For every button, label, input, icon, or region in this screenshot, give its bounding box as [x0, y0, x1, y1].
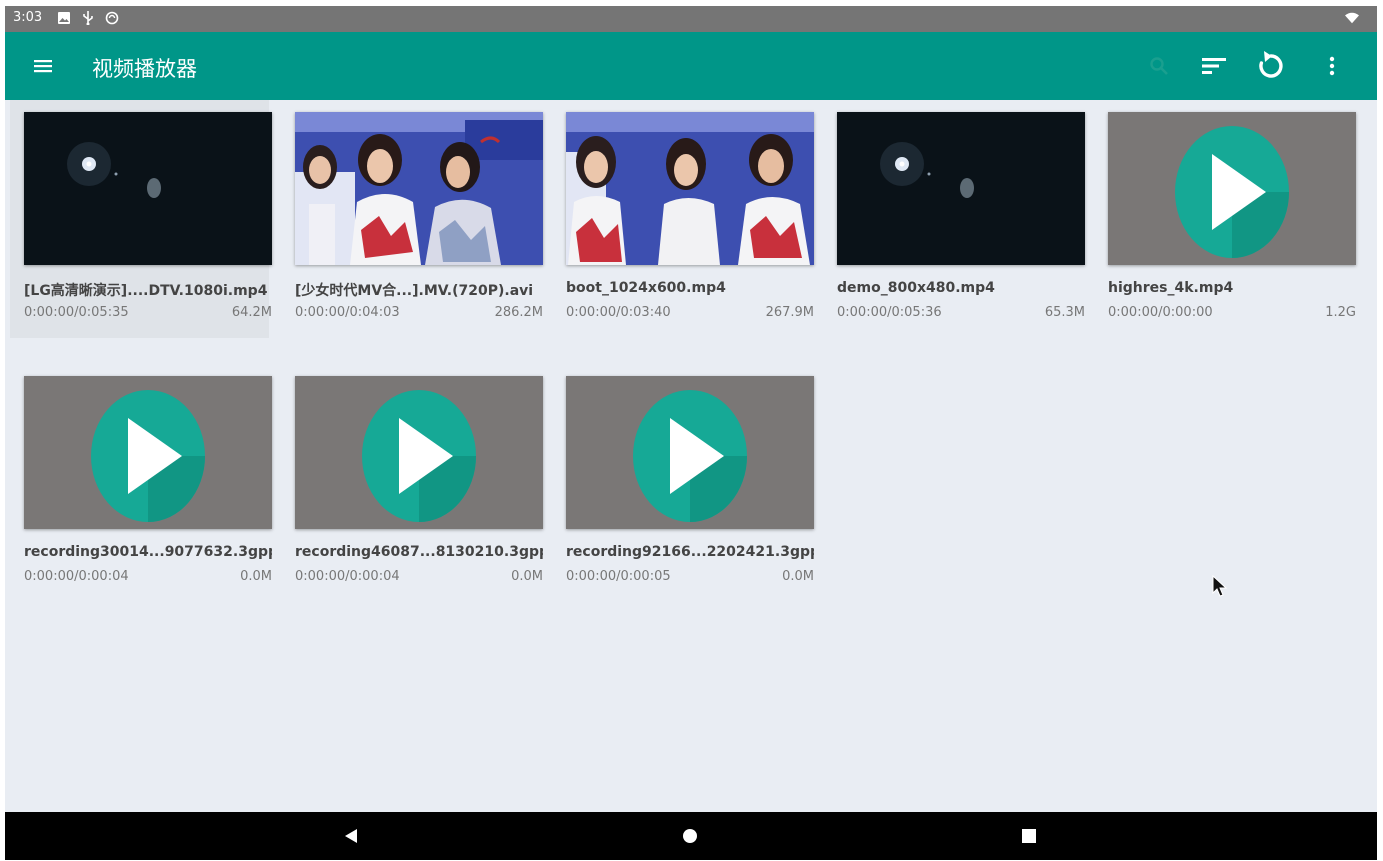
video-duration: 0:00:00/0:00:05 [566, 569, 671, 584]
play-icon [91, 390, 205, 522]
search-icon [1150, 57, 1168, 75]
video-thumbnail [295, 112, 543, 265]
video-thumbnail [566, 112, 814, 265]
wifi-icon [1345, 11, 1359, 25]
menu-button[interactable] [23, 32, 63, 100]
play-icon [362, 390, 476, 522]
sort-button[interactable] [1195, 32, 1233, 100]
refresh-button[interactable] [1251, 32, 1291, 100]
video-thumbnail [295, 376, 543, 529]
video-card[interactable]: highres_4k.mp4 0:00:00/0:00:00 1.2G [1094, 100, 1356, 338]
video-grid: [LG高清晰演示]....DTV.1080i.mp4 0:00:00/0:05:… [5, 100, 1377, 812]
more-vert-icon [1329, 56, 1335, 76]
back-icon [345, 829, 357, 843]
play-icon [1175, 126, 1289, 258]
app-bar: 视频播放器 [5, 32, 1377, 100]
video-thumbnail [24, 376, 272, 529]
image-icon [57, 11, 71, 25]
video-duration: 0:00:00/0:05:35 [24, 305, 129, 320]
menu-icon [34, 60, 52, 73]
video-duration: 0:00:00/0:04:03 [295, 305, 400, 320]
video-card[interactable]: demo_800x480.mp4 0:00:00/0:05:36 65.3M [823, 100, 1085, 338]
video-duration: 0:00:00/0:00:00 [1108, 305, 1213, 320]
video-card[interactable]: recording46087...8130210.3gpp 0:00:00/0:… [281, 364, 543, 602]
video-duration: 0:00:00/0:03:40 [566, 305, 671, 320]
video-title: demo_800x480.mp4 [837, 280, 995, 296]
video-duration: 0:00:00/0:00:04 [24, 569, 129, 584]
video-size: 64.2M [231, 305, 272, 320]
video-thumbnail [1108, 112, 1356, 265]
search-button[interactable] [1141, 32, 1177, 100]
status-bar: 3:03 [5, 6, 1377, 32]
recents-icon [1022, 829, 1036, 843]
video-duration: 0:00:00/0:05:36 [837, 305, 942, 320]
sort-icon [1202, 58, 1226, 74]
video-size: 0.0M [240, 569, 272, 584]
video-title: [少女时代MV合...].MV.(720P).avi [295, 283, 534, 299]
video-card[interactable]: boot_1024x600.mp4 0:00:00/0:03:40 267.9M [552, 100, 814, 338]
video-title: recording92166...2202421.3gpp [566, 544, 814, 560]
video-title: recording46087...8130210.3gpp [295, 544, 543, 560]
video-card[interactable]: [LG高清晰演示]....DTV.1080i.mp4 0:00:00/0:05:… [10, 100, 272, 338]
video-size: 286.2M [494, 305, 543, 320]
more-options-button[interactable] [1317, 32, 1347, 100]
device-screen: 3:03 视频播放器 [LG高清晰演示]....DTV.1080i.mp4 0:… [5, 6, 1377, 860]
play-icon [633, 390, 747, 522]
usb-icon [81, 11, 95, 25]
video-card[interactable]: [少女时代MV合...].MV.(720P).avi 0:00:00/0:04:… [281, 100, 543, 338]
video-title: boot_1024x600.mp4 [566, 280, 726, 296]
status-time: 3:03 [13, 10, 43, 25]
video-title: recording30014...9077632.3gpp [24, 544, 272, 560]
video-thumbnail [24, 112, 272, 265]
recents-button[interactable] [999, 812, 1059, 860]
video-title: highres_4k.mp4 [1108, 280, 1234, 296]
video-title: [LG高清晰演示]....DTV.1080i.mp4 [24, 283, 268, 299]
video-thumbnail [837, 112, 1085, 265]
video-thumbnail [566, 376, 814, 529]
video-card[interactable]: recording92166...2202421.3gpp 0:00:00/0:… [552, 364, 814, 602]
video-size: 267.9M [765, 305, 814, 320]
sync-icon [105, 11, 119, 25]
video-size: 0.0M [782, 569, 814, 584]
home-icon [683, 829, 697, 843]
video-size: 1.2G [1325, 305, 1356, 320]
home-button[interactable] [660, 812, 720, 860]
refresh-icon [1259, 51, 1283, 78]
navigation-bar [5, 812, 1377, 860]
video-duration: 0:00:00/0:00:04 [295, 569, 400, 584]
mouse-cursor-icon [1212, 575, 1228, 597]
app-title: 视频播放器 [92, 57, 197, 81]
video-size: 65.3M [1044, 305, 1085, 320]
video-card[interactable]: recording30014...9077632.3gpp 0:00:00/0:… [10, 364, 272, 602]
video-size: 0.0M [511, 569, 543, 584]
back-button[interactable] [321, 812, 381, 860]
